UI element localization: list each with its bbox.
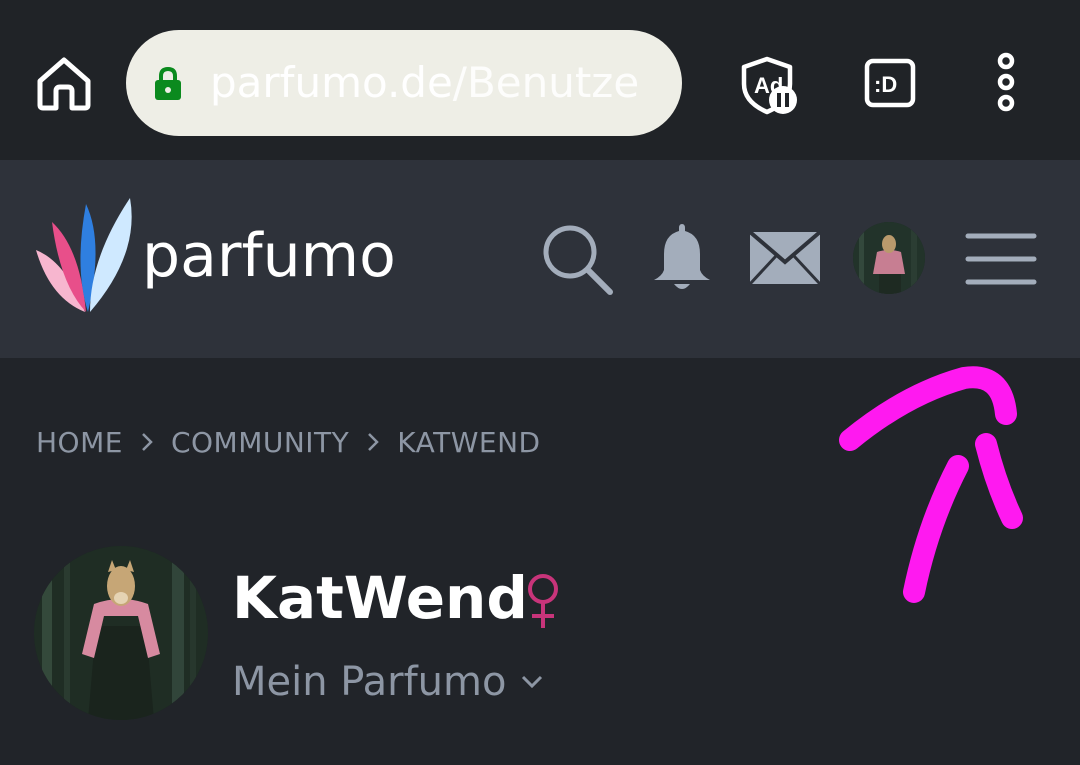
url-domain: parfumo.de [210,58,453,107]
mail-icon[interactable] [748,230,822,286]
chevron-down-icon [522,675,543,689]
hamburger-icon[interactable] [964,230,1038,288]
annotation-arrow [839,366,1023,603]
logo-text[interactable]: parfumo [142,220,396,292]
address-bar[interactable]: parfumo.de/Benutze [126,30,682,136]
d-extension-icon[interactable]: :D [864,58,916,108]
chevron-right-icon [142,433,153,451]
url-text: parfumo.de/Benutze [210,30,639,136]
search-icon[interactable] [540,222,616,298]
mein-parfumo-dropdown[interactable]: Mein Parfumo [232,654,544,710]
svg-text::D: :D [874,72,897,97]
menu-dots-icon[interactable] [988,52,1024,112]
profile-name: KatWend [232,564,528,632]
profile-avatar[interactable] [34,546,208,720]
bell-icon[interactable] [650,222,714,294]
breadcrumb-community[interactable]: COMMUNITY [171,426,349,459]
parfumo-logo-icon[interactable] [30,198,140,318]
adblock-icon[interactable]: Ad [740,56,800,116]
home-icon[interactable] [34,55,94,111]
site-header: parfumo [0,160,1080,358]
avatar[interactable] [853,222,925,294]
breadcrumb-current: KATWEND [397,425,541,459]
mein-parfumo-label: Mein Parfumo [232,659,507,705]
chevron-right-icon [368,433,380,451]
breadcrumb-home[interactable]: HOME [36,426,123,459]
female-icon [528,574,558,628]
breadcrumb: HOME COMMUNITY KATWEND [36,420,541,464]
lock-icon [155,66,181,100]
browser-toolbar: parfumo.de/Benutze Ad :D [0,0,1080,160]
url-path: /Benutze [452,58,640,107]
